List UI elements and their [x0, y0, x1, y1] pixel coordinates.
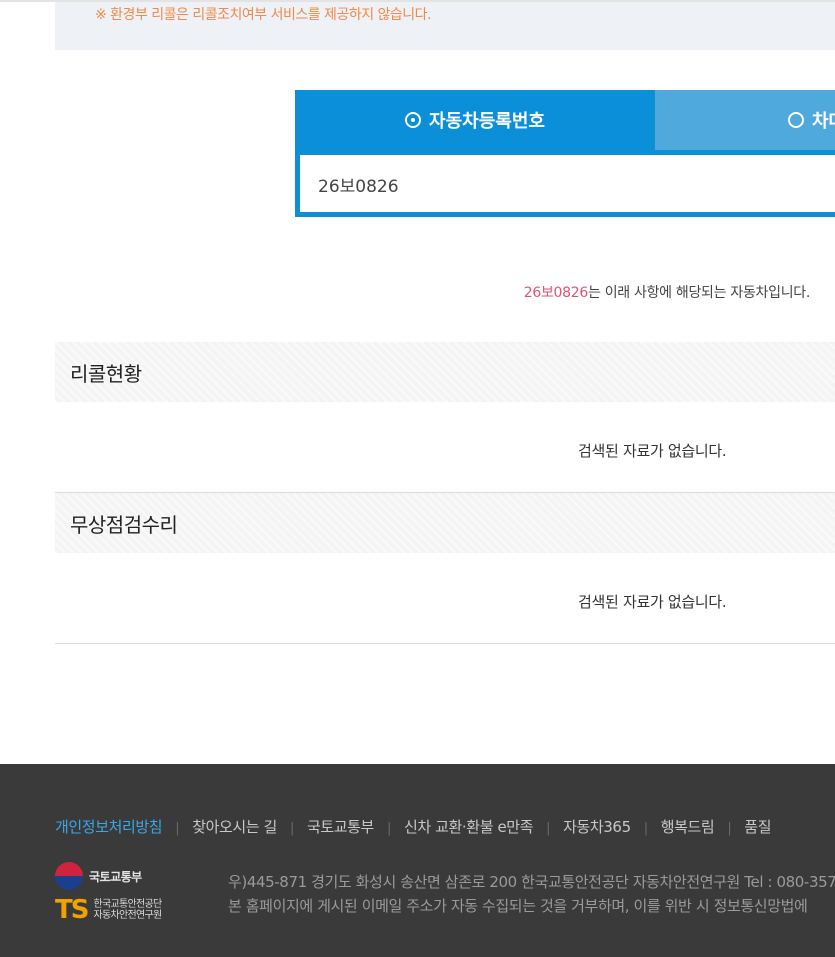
footer-link-car365[interactable]: 자동차365	[563, 818, 631, 836]
section-title: 무상점검수리	[70, 512, 178, 537]
tab-label: 차대	[812, 111, 835, 132]
recall-empty-message: 검색된 자료가 없습니다.	[578, 442, 727, 460]
ts-mark-icon: TS	[55, 895, 89, 925]
tab-vin[interactable]: 차대	[655, 90, 835, 150]
notice-banner: ※ 환경부 리콜은 리콜조치여부 서비스를 제공하지 않습니다.	[55, 2, 835, 50]
molit-logo: 국토교통부	[55, 862, 142, 890]
free-inspection-empty-message: 검색된 자료가 없습니다.	[578, 593, 727, 611]
result-message: 26보0826는 이래 사항에 해당되는 자동차입니다.	[523, 282, 811, 302]
footer-email-notice: 본 홈페이지에 게시된 이메일 주소가 자동 수집되는 것을 거부하며, 이를 …	[228, 897, 808, 915]
search-input[interactable]	[318, 169, 818, 199]
molit-logo-text: 국토교통부	[89, 869, 142, 884]
page: ※ 환경부 리콜은 리콜조치여부 서비스를 제공하지 않습니다. 자동차등록번호…	[0, 0, 835, 957]
footer-link-new-car-exchange[interactable]: 신차 교환·환불 e만족	[404, 818, 534, 836]
ts-logo: TS 한국교통안전공단 자동차안전연구원	[55, 895, 162, 925]
result-text: 는 이래 사항에 해당되는 자동차입니다.	[587, 285, 810, 301]
section-divider	[55, 643, 835, 644]
section-title: 리콜현황	[70, 361, 142, 386]
search-box	[295, 150, 835, 217]
taegeuk-icon	[55, 862, 83, 890]
recall-status-heading: 리콜현황	[55, 342, 835, 402]
radio-unselected-icon	[788, 112, 804, 128]
tab-registration-number[interactable]: 자동차등록번호	[295, 90, 655, 150]
search-type-tabs: 자동차등록번호 차대	[295, 90, 835, 150]
footer-address-block: 우)445-871 경기도 화성시 송산면 삼존로 200 한국교통안전공단 자…	[228, 870, 835, 918]
footer-link-privacy[interactable]: 개인정보처리방침	[55, 818, 163, 836]
tab-label: 자동차등록번호	[429, 111, 545, 132]
footer: 개인정보처리방침 | 찾아오시는 길 | 국토교통부 | 신차 교환·환불 e만족 | 자동차3…	[0, 764, 835, 957]
ts-logo-text: 한국교통안전공단 자동차안전연구원	[93, 899, 162, 921]
radio-selected-icon	[405, 112, 422, 128]
notice-text: ※ 환경부 리콜은 리콜조치여부 서비스를 제공하지 않습니다.	[95, 7, 432, 23]
footer-address: 우)445-871 경기도 화성시 송산면 삼존로 200 한국교통안전공단 자…	[228, 873, 835, 891]
footer-link-directions[interactable]: 찾아오시는 길	[192, 818, 277, 836]
free-inspection-heading: 무상점검수리	[55, 493, 835, 553]
footer-link-happy-dream[interactable]: 행복드림	[661, 818, 715, 836]
footer-link-quality[interactable]: 품질	[744, 818, 771, 836]
result-plate: 26보0826	[523, 285, 589, 301]
footer-link-molit[interactable]: 국토교통부	[307, 818, 374, 836]
footer-links: 개인정보처리방침 | 찾아오시는 길 | 국토교통부 | 신차 교환·환불 e만족 | 자동차3…	[55, 818, 772, 836]
